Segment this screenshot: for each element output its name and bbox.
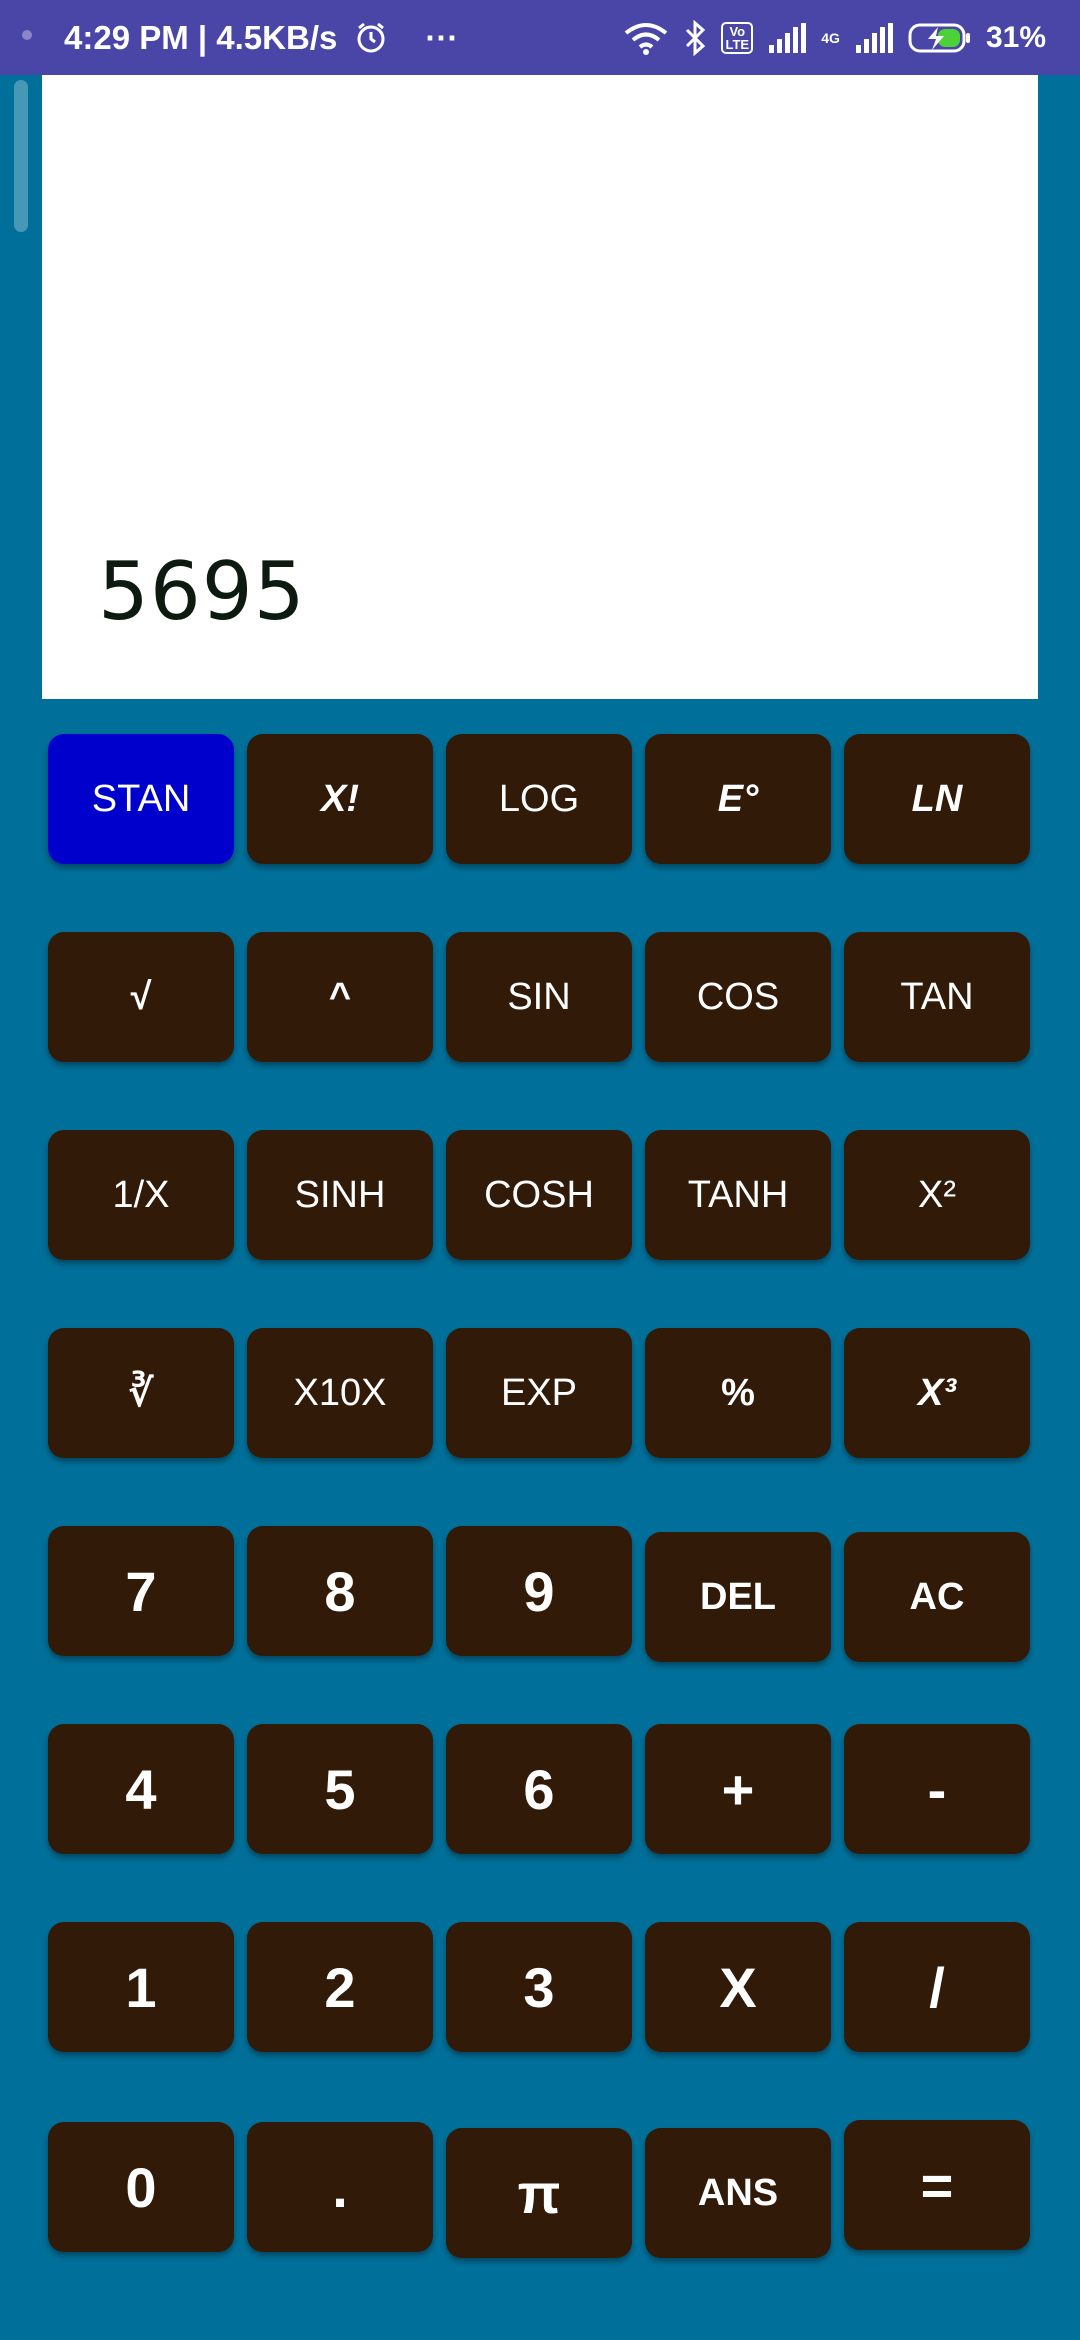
pi-button[interactable]: π	[446, 2128, 632, 2258]
calculator-display: 5695	[42, 75, 1038, 699]
multiply-button[interactable]: X	[645, 1922, 831, 2052]
wifi-icon	[623, 21, 669, 55]
notification-dot	[22, 30, 32, 40]
more-icon: ···	[425, 18, 459, 56]
sqrt-button[interactable]: √	[48, 932, 234, 1062]
cube-button[interactable]: X³	[844, 1328, 1030, 1458]
tanh-button[interactable]: TANH	[645, 1130, 831, 1260]
digit-2-button[interactable]: 2	[247, 1922, 433, 2052]
equals-button[interactable]: =	[844, 2120, 1030, 2250]
status-bar: 4:29 PM | 4.5KB/s ··· Vo LTE 4G 31%	[0, 0, 1080, 75]
power-button[interactable]: ^	[247, 932, 433, 1062]
sinh-button[interactable]: SINH	[247, 1130, 433, 1260]
percent-button[interactable]: %	[645, 1328, 831, 1458]
subtract-button[interactable]: -	[844, 1724, 1030, 1854]
volte-icon: Vo LTE	[721, 21, 754, 54]
network-4g-label: 4G	[821, 29, 840, 46]
decimal-point-button[interactable]: .	[247, 2122, 433, 2252]
digit-1-button[interactable]: 1	[48, 1922, 234, 2052]
cube-root-button[interactable]: ∛	[48, 1328, 234, 1458]
answer-button[interactable]: ANS	[645, 2128, 831, 2258]
ln-button[interactable]: LN	[844, 734, 1030, 864]
signal-icon	[767, 22, 807, 53]
digit-5-button[interactable]: 5	[247, 1724, 433, 1854]
digit-3-button[interactable]: 3	[446, 1922, 632, 2052]
add-button[interactable]: +	[645, 1724, 831, 1854]
bluetooth-icon	[683, 19, 707, 56]
digit-4-button[interactable]: 4	[48, 1724, 234, 1854]
factorial-button[interactable]: X!	[247, 734, 433, 864]
digit-7-button[interactable]: 7	[48, 1526, 234, 1656]
display-value: 5695	[98, 545, 306, 638]
digit-9-button[interactable]: 9	[446, 1526, 632, 1656]
all-clear-button[interactable]: AC	[844, 1532, 1030, 1662]
digit-8-button[interactable]: 8	[247, 1526, 433, 1656]
digit-0-button[interactable]: 0	[48, 2122, 234, 2252]
exp-button[interactable]: EXP	[446, 1328, 632, 1458]
cos-button[interactable]: COS	[645, 932, 831, 1062]
delete-button[interactable]: DEL	[645, 1532, 831, 1662]
scroll-handle[interactable]	[14, 80, 28, 232]
reciprocal-button[interactable]: 1/X	[48, 1130, 234, 1260]
status-time-speed: 4:29 PM | 4.5KB/s	[64, 18, 338, 56]
square-button[interactable]: X²	[844, 1130, 1030, 1260]
sin-button[interactable]: SIN	[446, 932, 632, 1062]
stan-button[interactable]: STAN	[48, 734, 234, 864]
x10x-button[interactable]: X10X	[247, 1328, 433, 1458]
signal-4g-icon	[854, 22, 894, 53]
battery-percent: 31%	[985, 20, 1046, 54]
digit-6-button[interactable]: 6	[446, 1724, 632, 1854]
tan-button[interactable]: TAN	[844, 932, 1030, 1062]
alarm-icon	[353, 20, 389, 56]
log-button[interactable]: LOG	[446, 734, 632, 864]
e-power-button[interactable]: E°	[645, 734, 831, 864]
battery-charging-icon	[908, 22, 972, 54]
divide-button[interactable]: /	[844, 1922, 1030, 2052]
cosh-button[interactable]: COSH	[446, 1130, 632, 1260]
